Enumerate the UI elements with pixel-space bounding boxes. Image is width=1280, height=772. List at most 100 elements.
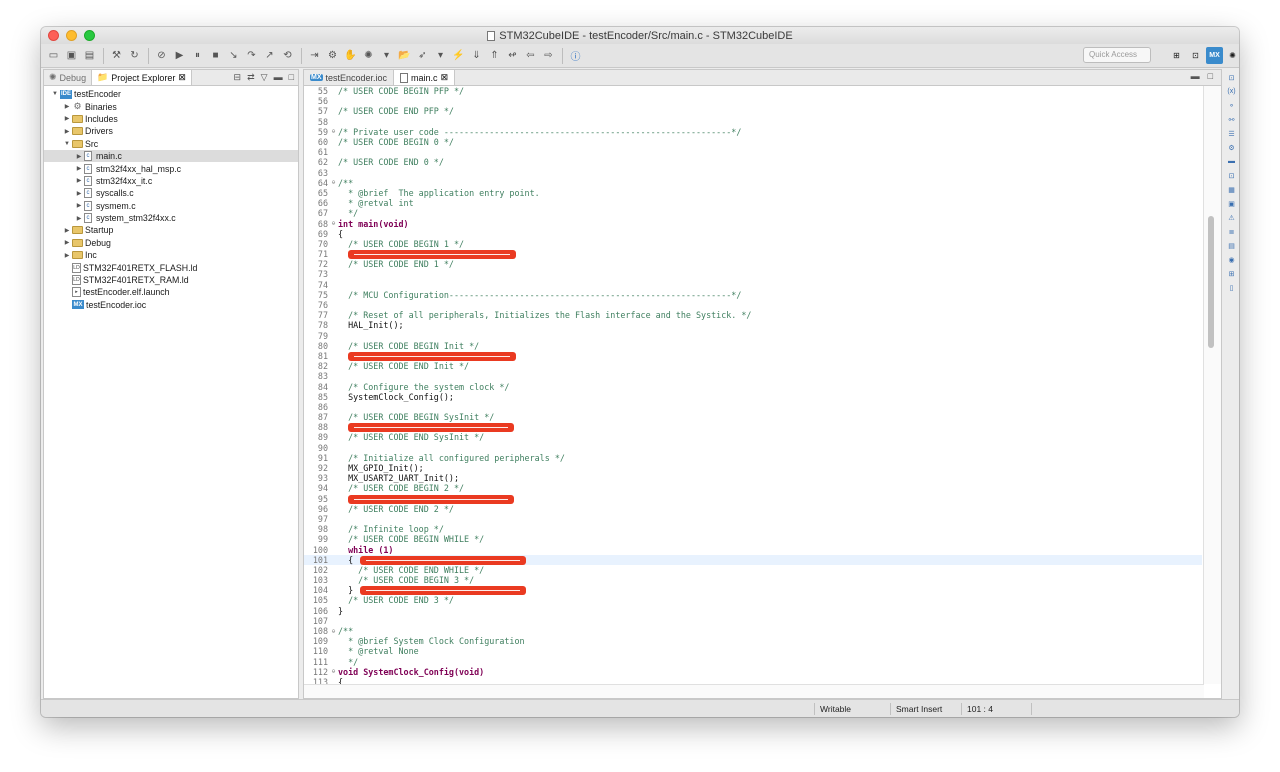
code-line[interactable]: 57 /* USER CODE END PFP */ (304, 106, 1202, 116)
close-window-button[interactable] (48, 30, 59, 41)
restart-icon[interactable]: ⟲ (279, 47, 296, 64)
code-line[interactable]: 62 /* USER CODE END 0 */ (304, 157, 1202, 167)
collapsed-arrow-icon[interactable]: ▶ (62, 252, 72, 259)
code-line[interactable]: 87 /* USER CODE BEGIN SysInit */ (304, 412, 1202, 422)
code-line[interactable]: 63 (304, 168, 1202, 178)
debug-perspective-icon[interactable]: ✺ (1224, 47, 1239, 64)
tree-item[interactable]: LD STM32F401RETX_FLASH.ld (44, 261, 298, 273)
scroll-thumb[interactable] (1208, 216, 1214, 348)
info-icon[interactable]: ⓘ (567, 47, 584, 64)
code-line[interactable]: 113 { (304, 677, 1202, 684)
c-cpp-perspective-icon[interactable]: ⊡ (1187, 47, 1204, 64)
variables-icon[interactable]: (x) (1226, 86, 1237, 97)
code-line[interactable]: 104 } (304, 585, 1202, 595)
code-line[interactable]: 64 ⊖/** (304, 178, 1202, 188)
code-line[interactable]: 88 (304, 422, 1202, 432)
last-edit-icon[interactable]: ↫ (504, 47, 521, 64)
collapsed-arrow-icon[interactable]: ▶ (62, 115, 72, 122)
collapsed-arrow-icon[interactable]: ▶ (62, 227, 72, 234)
vertical-scrollbar[interactable] (1203, 86, 1221, 684)
code-line[interactable]: 69 { (304, 229, 1202, 239)
code-line[interactable]: 108 ⊖/** (304, 626, 1202, 636)
open-perspective-icon[interactable]: ⊞ (1168, 47, 1185, 64)
tree-item[interactable]: ▶ c system_stm32f4xx.c (44, 212, 298, 224)
open-folder-icon[interactable]: 📂 (396, 47, 413, 64)
code-line[interactable]: 83 (304, 371, 1202, 381)
code-line[interactable]: 60 /* USER CODE BEGIN 0 */ (304, 137, 1202, 147)
tab-project-explorer[interactable]: 📁 Project Explorer ⊠ (91, 70, 192, 85)
close-icon[interactable]: ⊠ (178, 72, 186, 83)
annotation-next-icon[interactable]: ⇓ (468, 47, 485, 64)
fault-analyzer-icon[interactable]: ▯ (1226, 282, 1237, 293)
code-line[interactable]: 81 (304, 351, 1202, 361)
tree-item[interactable]: ▶ c main.c (44, 149, 298, 163)
expressions-icon[interactable]: ⚯ (1226, 114, 1237, 125)
code-line[interactable]: 67 */ (304, 208, 1202, 218)
tree-item[interactable]: ▶ c stm32f4xx_hal_msp.c (44, 162, 298, 174)
code-line[interactable]: 106} (304, 606, 1202, 616)
fold-toggle-icon[interactable]: ⊖ (329, 128, 338, 135)
tree-item[interactable]: ▶ c syscalls.c (44, 187, 298, 199)
tree-item[interactable]: ▶ Debug (44, 237, 298, 249)
tree-item[interactable]: ▶ Inc (44, 249, 298, 261)
annotation-prev-icon[interactable]: ⇑ (486, 47, 503, 64)
fold-toggle-icon[interactable]: ⊖ (329, 179, 338, 186)
step-return-icon[interactable]: ↗ (261, 47, 278, 64)
code-line[interactable]: 68 ⊖ int main(void) (304, 218, 1202, 229)
device-config-icon[interactable]: ⚙ (324, 47, 341, 64)
tree-item[interactable]: LD STM32F401RETX_RAM.ld (44, 274, 298, 286)
resume-icon[interactable]: ▶ (171, 47, 188, 64)
tree-item[interactable]: MX testEncoder.ioc (44, 299, 298, 311)
code-line[interactable]: 76 (304, 300, 1202, 310)
tree-item[interactable]: ▶ c sysmem.c (44, 200, 298, 212)
code-line[interactable]: 79 (304, 331, 1202, 341)
tree-item[interactable]: ▼ IDE testEncoder (44, 88, 298, 100)
link-editor-icon[interactable]: ⇄ (247, 72, 255, 83)
dropdown-arrow-icon[interactable]: ▾ (378, 47, 395, 64)
outline-icon[interactable]: ☰ (1226, 128, 1237, 139)
expanded-arrow-icon[interactable]: ▼ (62, 141, 72, 147)
run-icon[interactable]: ➶ (414, 47, 431, 64)
minimize-icon[interactable]: ▬ (274, 72, 283, 83)
code-line[interactable]: 111 */ (304, 657, 1202, 667)
tree-item[interactable]: ▶ Startup (44, 224, 298, 236)
collapsed-arrow-icon[interactable]: ▶ (74, 153, 84, 160)
code-line[interactable]: 103 /* USER CODE BEGIN 3 */ (304, 575, 1202, 585)
modules-icon[interactable]: ⊡ (1226, 170, 1237, 181)
collapsed-arrow-icon[interactable]: ▶ (74, 202, 84, 209)
code-line[interactable]: 59 ⊖/* Private user code ----------------… (304, 127, 1202, 137)
code-line[interactable]: 94 /* USER CODE BEGIN 2 */ (304, 483, 1202, 493)
code-line[interactable]: 107 (304, 616, 1202, 626)
code-line[interactable]: 95 (304, 494, 1202, 504)
memory-icon[interactable]: ▦ (1226, 184, 1237, 195)
code-line[interactable]: 78 HAL_Init(); (304, 320, 1202, 330)
code-line[interactable]: 77 /* Reset of all peripherals, Initiali… (304, 310, 1202, 320)
new-icon[interactable]: ▭ (45, 47, 62, 64)
collapsed-arrow-icon[interactable]: ▶ (74, 190, 84, 197)
code-line[interactable]: 89 /* USER CODE END SysInit */ (304, 432, 1202, 442)
code-line[interactable]: 65 * @brief The application entry point. (304, 188, 1202, 198)
progress-icon[interactable]: ▤ (1226, 240, 1237, 251)
code-line[interactable]: 109 * @brief System Clock Configuration (304, 636, 1202, 646)
collapsed-arrow-icon[interactable]: ▶ (74, 165, 84, 172)
code-line[interactable]: 74 (304, 280, 1202, 290)
fold-toggle-icon[interactable]: ⊖ (329, 628, 338, 635)
code-line[interactable]: 70 /* USER CODE BEGIN 1 */ (304, 239, 1202, 249)
hand-icon[interactable]: ✋ (342, 47, 359, 64)
code-line[interactable]: 96 /* USER CODE END 2 */ (304, 504, 1202, 514)
collapsed-arrow-icon[interactable]: ▶ (74, 215, 84, 222)
build-analyzer-icon[interactable]: ▬ (1226, 156, 1237, 167)
code-line[interactable]: 110 * @retval None (304, 646, 1202, 656)
code-line[interactable]: 61 (304, 147, 1202, 157)
code-line[interactable]: 85 SystemClock_Config(); (304, 392, 1202, 402)
debug-icon[interactable]: ✺ (360, 47, 377, 64)
back-icon[interactable]: ⇦ (522, 47, 539, 64)
maximize-icon[interactable]: □ (1208, 71, 1213, 81)
swv-icon[interactable]: ⊞ (1226, 268, 1237, 279)
tree-item[interactable]: ▶ Includes (44, 113, 298, 125)
save-icon[interactable]: ▣ (63, 47, 80, 64)
step-over-icon[interactable]: ↷ (243, 47, 260, 64)
registers-icon[interactable]: ⚙ (1226, 142, 1237, 153)
code-line[interactable]: 56 (304, 96, 1202, 106)
collapse-all-icon[interactable]: ⊟ (234, 72, 242, 83)
